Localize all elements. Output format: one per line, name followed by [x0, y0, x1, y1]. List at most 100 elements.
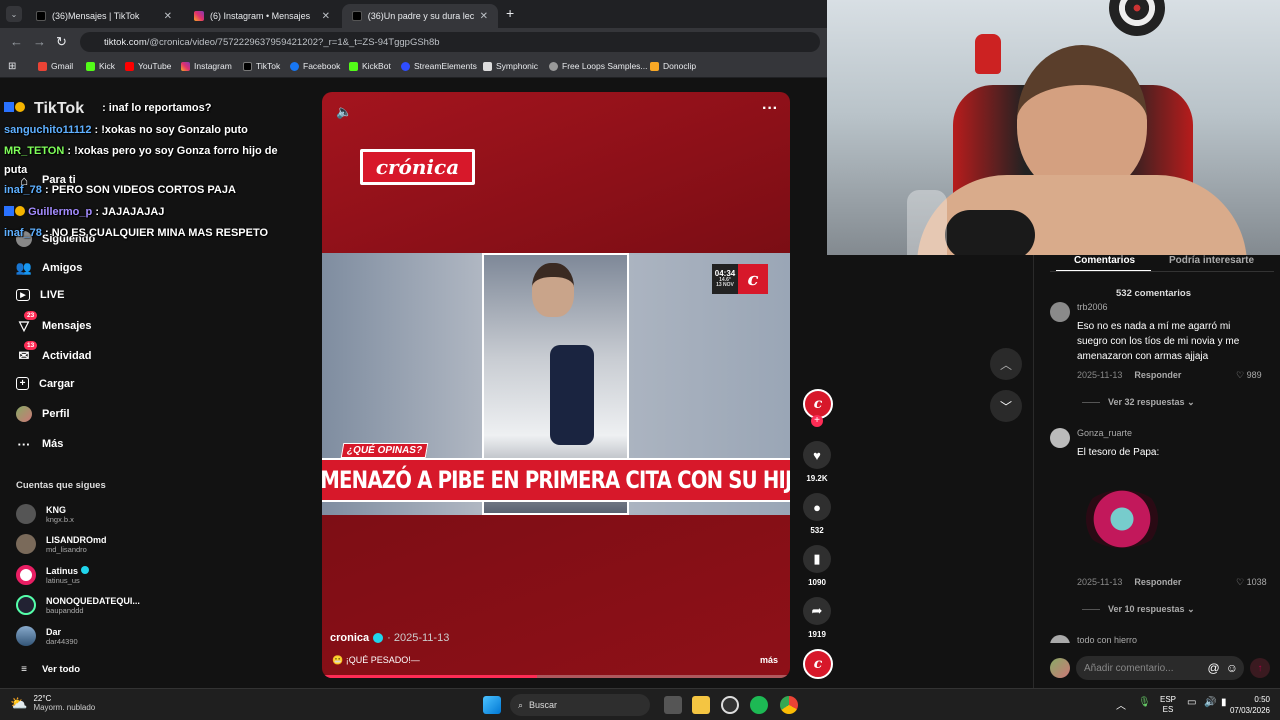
chat-message: Guillermo_p : JAJAJAJAJ	[4, 206, 164, 218]
tab-tiktok-messages[interactable]: (36)Mensajes | TikTok ✕	[26, 4, 182, 28]
like-button[interactable]: ♥ 19.2K	[803, 441, 831, 483]
close-icon[interactable]: ✕	[164, 11, 172, 22]
apps-icon[interactable]: ⊞	[8, 61, 16, 72]
chat-badge-icon	[15, 206, 25, 216]
following-account[interactable]: LISANDROmd md_lisandro	[16, 534, 107, 554]
share-button[interactable]: ➦ 1919	[803, 597, 831, 639]
bookmark-tiktok[interactable]: TikTok	[243, 61, 280, 71]
close-icon[interactable]: ✕	[322, 11, 330, 22]
video-progress-bar[interactable]	[322, 675, 790, 678]
following-account[interactable]: Latinus latinus_us	[16, 565, 89, 585]
tab-search-button[interactable]: ⌄	[6, 6, 22, 22]
start-icon[interactable]	[483, 696, 501, 714]
reply-button[interactable]: Responder	[1134, 370, 1181, 380]
sidebar-item-messages[interactable]: ▽ 23 Mensajes	[16, 311, 92, 334]
task-view-icon[interactable]	[664, 696, 682, 714]
save-button[interactable]: ▮ 1090	[803, 545, 831, 587]
bookmark-gmail[interactable]: Gmail	[38, 61, 73, 71]
avatar[interactable]	[1050, 428, 1070, 448]
facebook-icon	[290, 61, 299, 71]
avatar[interactable]	[1050, 635, 1070, 643]
avatar[interactable]	[1050, 302, 1070, 322]
previous-video-button[interactable]: ︿	[990, 348, 1022, 380]
mic-icon[interactable]: 🎙	[1138, 697, 1151, 708]
bookmark-youtube[interactable]: YouTube	[125, 61, 171, 71]
caption-more-link[interactable]: más	[760, 655, 778, 665]
sidebar-item-upload[interactable]: + Cargar	[16, 377, 74, 390]
see-all-link[interactable]: ≡ Ver todo	[16, 661, 80, 677]
send-button[interactable]: ↑	[1250, 658, 1270, 678]
forward-icon[interactable]: →	[33, 34, 46, 49]
avatar	[16, 504, 36, 524]
reload-icon[interactable]: ↻	[56, 34, 67, 50]
comment-input[interactable]: Añadir comentario... @ ☺	[1076, 656, 1244, 680]
following-account[interactable]: KNG kngx.b.x	[16, 504, 74, 524]
friends-icon: 👥	[15, 260, 33, 275]
tray-chevron-icon[interactable]: ︿	[1116, 697, 1126, 712]
bookmark-kick[interactable]: Kick	[86, 61, 115, 71]
language-indicator[interactable]: ESP ES	[1160, 695, 1176, 715]
tab-comments[interactable]: Comentarios	[1074, 255, 1135, 266]
heart-outline-icon: ♡	[1236, 370, 1245, 380]
bookmark-facebook[interactable]: Facebook	[290, 61, 340, 71]
bookmark-symphonic[interactable]: Symphonic	[483, 61, 538, 71]
author-avatar-button[interactable]: c +	[803, 389, 833, 427]
url-field[interactable]: tiktok.com/@cronica/video/75722296379594…	[80, 32, 820, 52]
network-icon[interactable]: ▭	[1187, 697, 1196, 708]
bookmark-donoclip[interactable]: Donoclip	[650, 61, 696, 71]
time-bug: 04:34 14.6° 13 NOV c	[712, 264, 768, 294]
chat-message: : inaf lo reportamos?	[4, 102, 211, 114]
verified-icon	[373, 633, 384, 643]
tab-tiktok-video[interactable]: (36)Un padre y su dura lección ✕	[342, 4, 498, 28]
bookmark-instagram[interactable]: Instagram	[181, 61, 232, 71]
arrow-up-icon: ↑	[1257, 662, 1263, 674]
back-icon[interactable]: ←	[10, 34, 23, 49]
sidebar-item-profile[interactable]: Perfil	[16, 406, 70, 422]
follow-plus-icon[interactable]: +	[811, 415, 823, 427]
mention-icon[interactable]: @	[1208, 661, 1220, 675]
sidebar-item-more[interactable]: ··· Más	[16, 436, 64, 452]
sound-disc-icon: c	[803, 649, 833, 679]
following-account[interactable]: NONOQUEDATEQUI... baupanddd	[16, 595, 140, 615]
sidebar-item-live[interactable]: ▶ LIVE	[16, 289, 64, 301]
battery-icon[interactable]: ▮	[1221, 697, 1227, 708]
comment-button[interactable]: ● 532	[803, 493, 831, 535]
volume-icon[interactable]: 🔊	[1204, 697, 1216, 708]
comment-like-button[interactable]: ♡ 989	[1236, 370, 1262, 381]
sidebar-item-activity[interactable]: ✉ 13 Actividad	[16, 341, 92, 364]
reply-button[interactable]: Responder	[1134, 577, 1181, 587]
avatar	[1050, 658, 1070, 678]
chat-badge-icon	[4, 206, 14, 216]
tab-instagram-messages[interactable]: (6) Instagram • Mensajes ✕	[184, 4, 340, 28]
following-account[interactable]: Dar dar44390	[16, 626, 78, 646]
sound-button[interactable]: c	[803, 649, 833, 679]
file-explorer-icon[interactable]	[692, 696, 710, 714]
sticker-image[interactable]	[1080, 490, 1164, 548]
sidebar-item-friends[interactable]: 👥 Amigos	[16, 260, 82, 276]
messages-badge: 23	[24, 311, 38, 320]
bookmark-streamelements[interactable]: StreamElements	[401, 61, 477, 71]
more-options-icon[interactable]: ···	[762, 100, 778, 118]
emoji-icon[interactable]: ☺	[1226, 661, 1238, 675]
weather-widget[interactable]: ⛅ 22°C Mayorm. nublado	[10, 694, 95, 712]
bookmark-icon: ▮	[803, 545, 831, 573]
close-icon[interactable]: ✕	[480, 11, 488, 22]
heart-outline-icon: ♡	[1236, 577, 1245, 587]
tab-might-interest[interactable]: Podría interesarte	[1169, 255, 1254, 266]
chrome-icon[interactable]	[780, 696, 798, 714]
view-replies-button[interactable]: Ver 32 respuestas ⌄	[1082, 397, 1195, 408]
taskbar-search[interactable]: ⌕ Buscar	[510, 694, 650, 716]
spotify-icon[interactable]	[750, 696, 768, 714]
volume-icon[interactable]: 🔈	[336, 104, 352, 120]
obs-icon[interactable]	[721, 696, 739, 714]
video-player[interactable]: 🔈 ··· crónica 04:34 14.6° 13 NOV c ¿QUÉ OP…	[322, 92, 790, 678]
new-tab-button[interactable]: +	[506, 5, 514, 21]
video-author[interactable]: cronica · 2025-11-13	[330, 632, 449, 644]
bookmark-free-loops[interactable]: Free Loops Samples...	[549, 61, 648, 71]
view-replies-button[interactable]: Ver 10 respuestas ⌄	[1082, 604, 1195, 615]
person-jacket	[550, 345, 594, 445]
clock[interactable]: 0:50 07/03/2026	[1228, 694, 1270, 716]
bookmark-kickbot[interactable]: KickBot	[349, 61, 391, 71]
comment-like-button[interactable]: ♡ 1038	[1236, 577, 1267, 588]
next-video-button[interactable]: ﹀	[990, 390, 1022, 422]
